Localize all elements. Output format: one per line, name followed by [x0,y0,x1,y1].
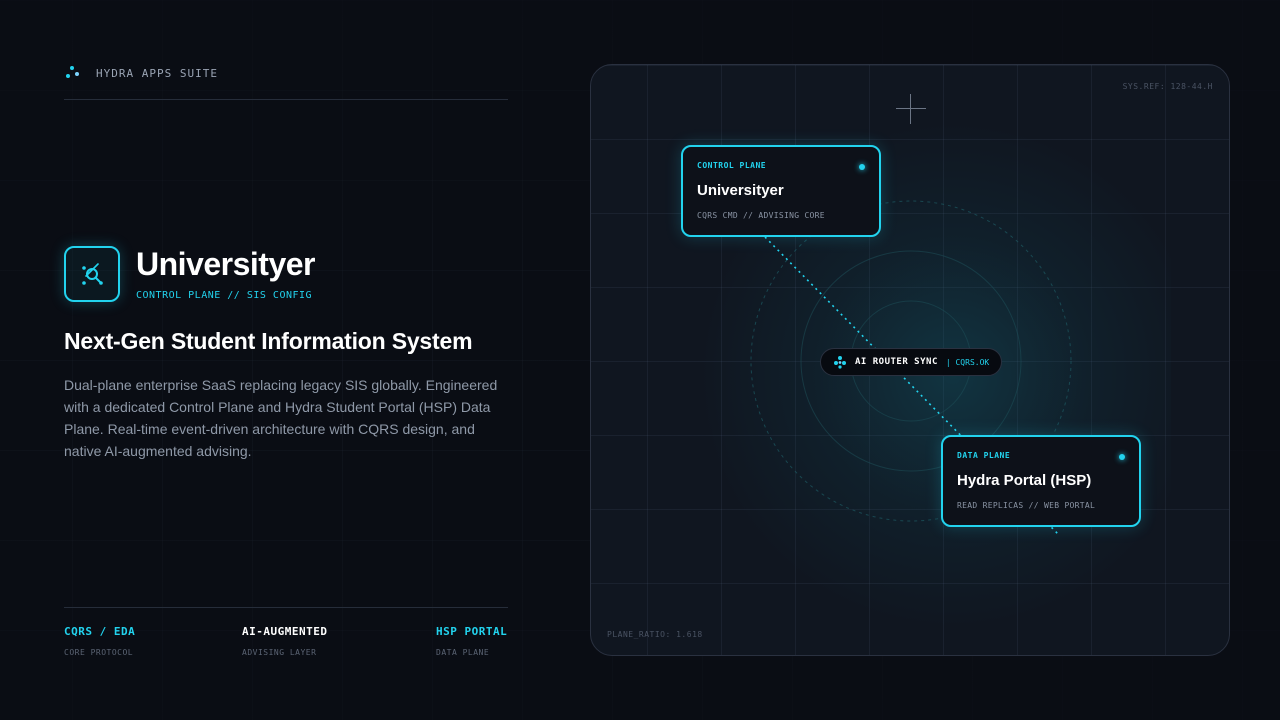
search-node-icon [64,246,120,302]
stat-core-protocol: CQRS / EDA CORE PROTOCOL [64,625,135,657]
card-title: Hydra Portal (HSP) [957,472,1092,489]
sys-ref: SYS.REF: 128-44.H [1122,82,1213,91]
header-divider [64,99,508,100]
card-tag: CONTROL PLANE [697,161,767,170]
intro-column: HYDRA APPS SUITE Universityer CONTROL PL… [64,0,508,720]
control-plane-card[interactable]: CONTROL PLANE Universityer CQRS CMD // A… [681,145,881,237]
plane-ratio: PLANE_RATIO: 1.618 [607,630,703,639]
product-title: Universityer [136,245,315,282]
product-subtitle: CONTROL PLANE // SIS CONFIG [136,289,313,301]
ai-router-sync-badge: AI ROUTER SYNC | CQRS.OK [820,348,1003,376]
architecture-diagram-panel: SYS.REF: 128-44.H CONTROL PLANE Universi… [590,64,1230,656]
hydra-dots-icon [64,64,82,82]
brand-name: HYDRA APPS SUITE [96,66,218,80]
card-subtitle: READ REPLICAS // WEB PORTAL [957,501,1096,510]
card-tag: DATA PLANE [957,451,1011,460]
crosshair-icon [896,94,926,124]
stat-label: DATA PLANE [436,648,490,657]
status-dot-icon [859,164,865,170]
status-dot-icon [1119,454,1125,460]
stat-advising-layer: AI-AUGMENTED ADVISING LAYER [242,625,327,657]
sparkle-icon [833,355,847,369]
stat-value: CQRS / EDA [64,625,136,638]
router-label: AI ROUTER SYNC [855,357,938,367]
tagline: Next-Gen Student Information System [64,328,473,354]
stat-label: CORE PROTOCOL [64,648,134,657]
router-status: | CQRS.OK [945,357,990,367]
stat-label: ADVISING LAYER [242,648,317,657]
stats-divider [64,607,508,608]
data-plane-card[interactable]: DATA PLANE Hydra Portal (HSP) READ REPLI… [941,435,1141,527]
description: Dual-plane enterprise SaaS replacing leg… [64,377,498,459]
card-title: Universityer [697,182,784,199]
hero-heading: Universityer CONTROL PLANE // SIS CONFIG [64,246,315,302]
card-subtitle: CQRS CMD // ADVISING CORE [697,211,825,220]
stat-value: AI-AUGMENTED [242,625,328,638]
stat-value: HSP PORTAL [436,625,508,638]
hero-text: Universityer CONTROL PLANE // SIS CONFIG [136,248,315,301]
stat-data-plane: HSP PORTAL DATA PLANE [436,625,507,657]
brand-header: HYDRA APPS SUITE [64,64,218,82]
